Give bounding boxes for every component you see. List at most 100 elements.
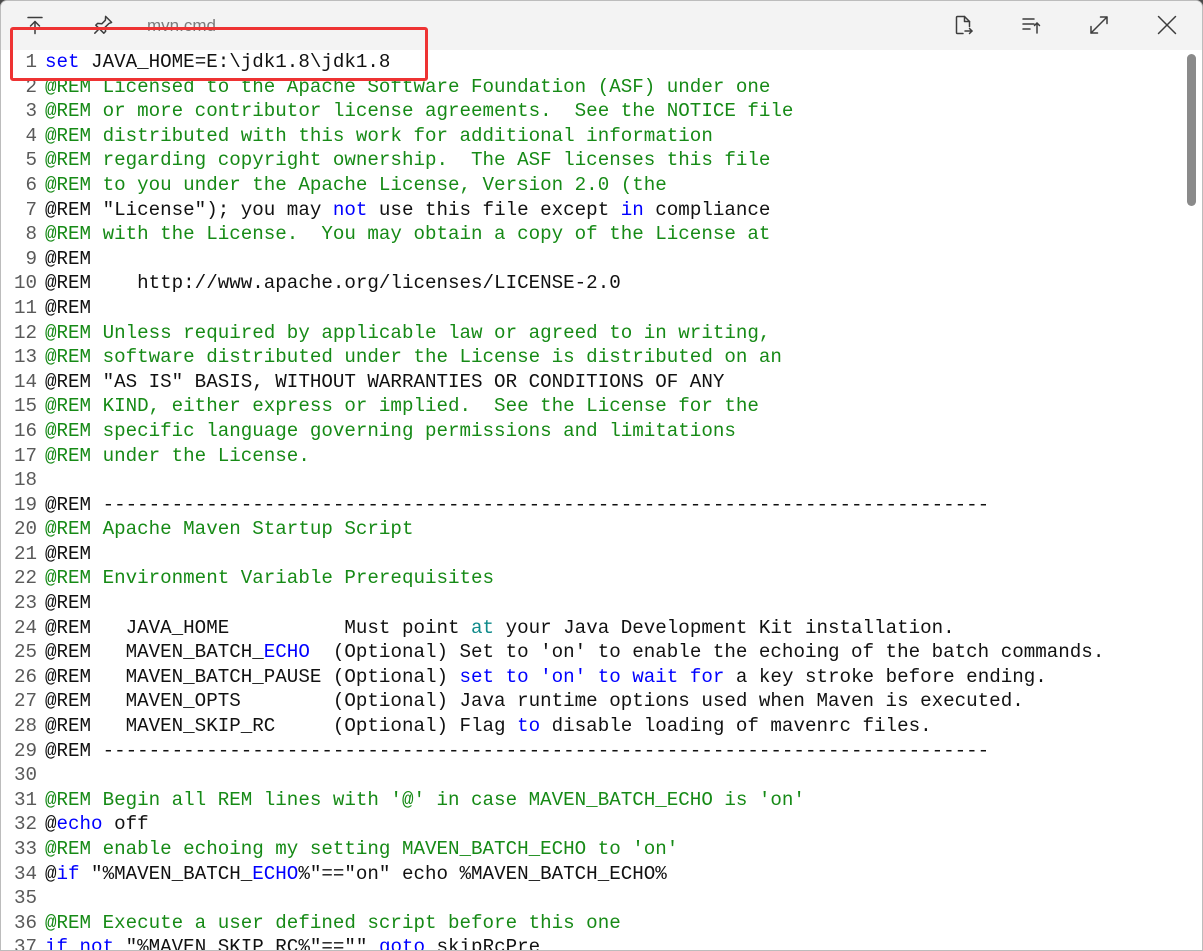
code-line: 9 @REM	[1, 247, 1179, 272]
text-token: @REM MAVEN_OPTS (Optional) Java runtime …	[45, 690, 1024, 713]
text-token: @REM "AS IS" BASIS, WITHOUT WARRANTIES O…	[45, 370, 725, 393]
open-with-button[interactable]	[951, 13, 975, 37]
fullscreen-icon	[1090, 16, 1108, 34]
line-number: 4	[25, 124, 37, 147]
keep-on-top-icon	[27, 16, 43, 35]
keyword-token: if	[56, 862, 80, 885]
line-number: 31	[13, 788, 37, 811]
code-line: 10 @REM http://www.apache.org/licenses/LI…	[1, 271, 1179, 296]
line-content: @REM Environment Variable Prerequisites	[45, 566, 494, 591]
scrollbar-thumb[interactable]	[1187, 54, 1196, 206]
code-line: 18	[1, 468, 1179, 493]
keyword-token: echo	[56, 813, 103, 836]
code-editor[interactable]: 1 set JAVA_HOME=E:\jdk1.8\jdk1.8 2 @REM Lic…	[1, 50, 1179, 951]
keyword-token: ECHO	[252, 862, 299, 885]
text-token: @	[45, 862, 57, 885]
code-line: 27 @REM MAVEN_OPTS (Optional) Java runtim…	[1, 689, 1179, 714]
code-line: 2 @REM Licensed to the Apache Software Fo…	[1, 75, 1179, 100]
line-number: 9	[25, 247, 37, 270]
text-token: @REM http://www.apache.org/licenses/LICE…	[45, 272, 621, 295]
keyword-token: ECHO	[263, 641, 310, 664]
pin-button[interactable]	[91, 13, 115, 37]
comment-token: @REM Execute a user defined script befor…	[45, 911, 621, 934]
line-content: @REM MAVEN_OPTS (Optional) Java runtime …	[45, 689, 1024, 714]
line-content: @REM software distributed under the Lice…	[45, 345, 782, 370]
line-content: @REM to you under the Apache License, Ve…	[45, 173, 667, 198]
line-number: 10	[13, 272, 37, 295]
line-number: 37	[13, 936, 37, 951]
line-content: @REM	[45, 296, 91, 321]
line-content: @REM enable echoing my setting MAVEN_BAT…	[45, 837, 678, 862]
line-number: 7	[25, 198, 37, 221]
vertical-scrollbar[interactable]	[1183, 54, 1199, 948]
close-button[interactable]	[1155, 13, 1179, 37]
text-token: @REM -----------------------------------…	[45, 493, 990, 516]
text-token: (Optional) Set to 'on' to enable the ech…	[309, 641, 1105, 664]
open-with-icon	[955, 15, 973, 35]
comment-token: @REM Apache Maven Startup Script	[45, 518, 414, 541]
line-number: 25	[13, 641, 37, 664]
line-number: 33	[13, 838, 37, 860]
text-token: @REM	[45, 542, 92, 565]
keyword-token: goto	[378, 936, 425, 951]
line-number: 21	[13, 542, 37, 565]
code-line: 33 @REM enable echoing my setting MAVEN_B…	[1, 837, 1179, 862]
code-line: 29 @REM ---------------------------------…	[1, 739, 1179, 764]
fullscreen-button[interactable]	[1087, 13, 1111, 37]
keyword-token: not	[79, 936, 115, 951]
keyword-token: set	[45, 51, 80, 73]
line-number: 35	[13, 887, 37, 910]
comment-token: @REM or more contributor license agreeme…	[45, 100, 794, 123]
line-number: 18	[13, 469, 37, 492]
line-content: @REM specific language governing permiss…	[45, 419, 736, 444]
text-token: @REM	[45, 247, 92, 270]
code-line: 20 @REM Apache Maven Startup Script	[1, 517, 1179, 542]
text-token: "%MAVEN_SKIP_RC%"==""	[114, 936, 379, 951]
line-number: 23	[13, 592, 37, 615]
code-line: 32 @echo off	[1, 812, 1179, 837]
line-content: @echo off	[45, 812, 149, 837]
line-content: @REM MAVEN_BATCH_ECHO (Optional) Set to …	[45, 640, 1104, 665]
list-button[interactable]	[1019, 13, 1043, 37]
code-line: 22 @REM Environment Variable Prerequisite…	[1, 566, 1179, 591]
line-content: set JAVA_HOME=E:\jdk1.8\jdk1.8	[45, 50, 390, 75]
text-token: @	[45, 813, 57, 836]
code-line: 31 @REM Begin all REM lines with '@' in c…	[1, 788, 1179, 813]
line-number: 19	[13, 493, 37, 516]
text-token: @REM "License"); you may	[45, 198, 333, 221]
text-token: compliance	[643, 198, 771, 221]
line-content: @REM Unless required by applicable law o…	[45, 321, 770, 346]
keyword-token: in	[620, 198, 644, 221]
code-line: 30	[1, 763, 1179, 788]
text-token: use this file except	[367, 198, 621, 221]
code-line: 1 set JAVA_HOME=E:\jdk1.8\jdk1.8	[1, 50, 1179, 75]
list-icon	[1022, 18, 1041, 34]
line-number: 12	[13, 321, 37, 344]
keyword-token: to	[517, 715, 541, 738]
line-number: 28	[13, 715, 37, 738]
line-content: @REM regarding copyright ownership. The …	[45, 148, 770, 173]
code-line: 21 @REM	[1, 542, 1179, 567]
line-content: @REM under the License.	[45, 444, 310, 469]
comment-token: @REM Licensed to the Apache Software Fou…	[45, 75, 771, 98]
line-number: 5	[25, 149, 37, 172]
line-content: @REM	[45, 542, 91, 567]
text-token: @REM MAVEN_BATCH_PAUSE (Optional)	[45, 665, 460, 688]
comment-token: @REM under the License.	[45, 444, 310, 467]
line-content: @REM distributed with this work for addi…	[45, 124, 713, 149]
comment-token: @REM regarding copyright ownership. The …	[45, 149, 771, 172]
code-line: 14 @REM "AS IS" BASIS, WITHOUT WARRANTIES…	[1, 370, 1179, 395]
keep-on-top-button[interactable]	[23, 13, 47, 37]
line-number: 34	[13, 862, 37, 885]
line-content: @REM with the License. You may obtain a …	[45, 222, 770, 247]
code-line: 28 @REM MAVEN_SKIP_RC (Optional) Flag to …	[1, 714, 1179, 739]
line-number: 3	[25, 100, 37, 123]
line-content: @REM -----------------------------------…	[45, 493, 989, 518]
text-token: a key stroke before ending.	[724, 665, 1047, 688]
text-token: @REM MAVEN_BATCH_	[45, 641, 264, 664]
line-number: 6	[25, 173, 37, 196]
comment-token: @REM Environment Variable Prerequisites	[45, 567, 495, 590]
keyword-token: set to 'on' to wait for	[459, 665, 725, 688]
line-number: 14	[13, 370, 37, 393]
code-line: 24 @REM JAVA_HOME Must point at your Java…	[1, 616, 1179, 641]
